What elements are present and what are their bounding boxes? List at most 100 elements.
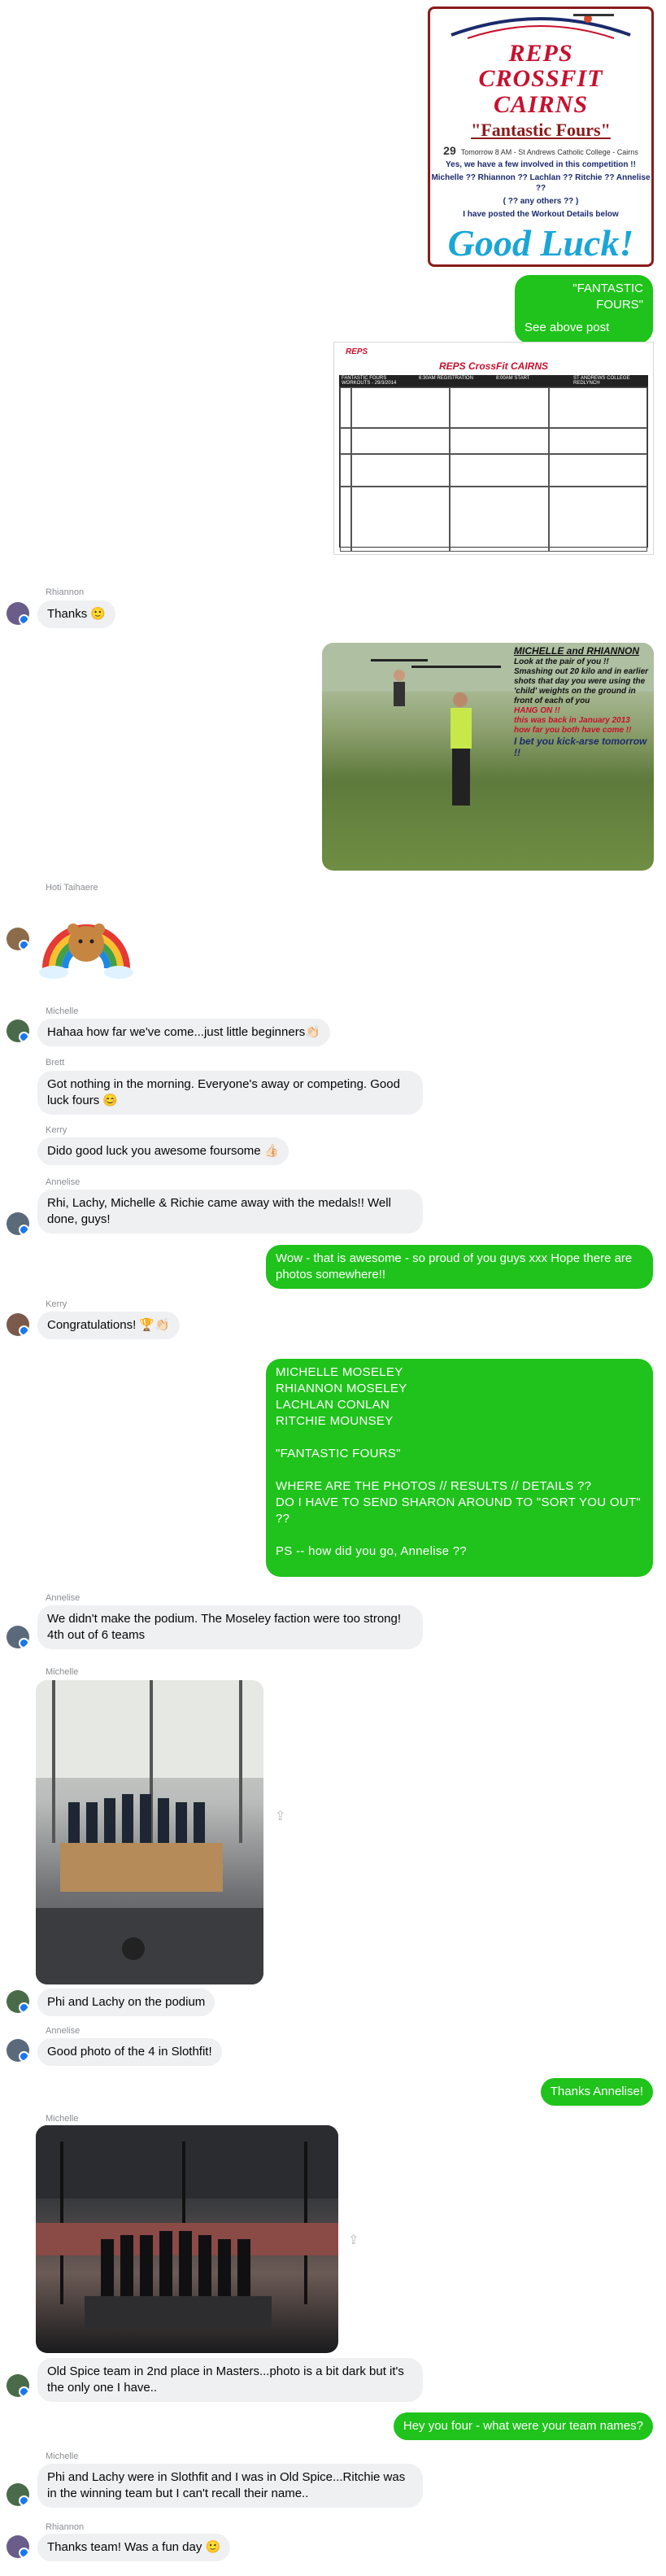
sender-name: Brett [46, 1058, 65, 1068]
sender-name: Michelle [46, 1006, 79, 1016]
avatar[interactable] [7, 1212, 29, 1235]
doc-cell [351, 487, 451, 552]
photo-caption-line: I bet you kick-arse tomorrow !! [514, 736, 647, 758]
doc-title: REPS CrossFit CAIRNS [438, 360, 549, 372]
message-line: PS -- how did you go, Annelise ?? [276, 1544, 468, 1558]
photo-caption-line: how far you both have come !! [514, 726, 632, 735]
workout-details-document-image[interactable]: REPS REPS CrossFit CAIRNS FANTASTIC FOUR… [333, 342, 654, 555]
incoming-message[interactable]: Good photo of the 4 in Slothfit! [37, 2038, 222, 2066]
avatar[interactable] [7, 2483, 29, 2506]
poster-event-title: "Fantastic Fours" [471, 120, 611, 140]
message-line: "FANTASTIC FOURS" [276, 1447, 401, 1460]
sender-name: Kerry [46, 1299, 67, 1309]
bear-sticker-icon [39, 923, 133, 979]
message-line: RHIANNON MOSELEY [276, 1382, 407, 1395]
weightlifter-logo-icon [451, 14, 631, 39]
doc-row-number [340, 487, 351, 552]
doc-cell [548, 487, 647, 552]
photo-caption-title: MICHELLE and RHIANNON [514, 645, 639, 657]
doc-cell [351, 387, 451, 428]
sender-name: Rhiannon [46, 2522, 85, 2532]
share-icon[interactable]: ⇪ [275, 1808, 289, 1823]
poster-line-1: Yes, we have a few involved in this comp… [446, 160, 636, 169]
message-line [525, 313, 643, 320]
incoming-message[interactable]: Old Spice team in 2nd place in Masters..… [37, 2358, 423, 2402]
incoming-message[interactable]: Phi and Lachy were in Slothfit and I was… [37, 2464, 423, 2508]
sender-name: Michelle [46, 2452, 79, 2461]
outgoing-message[interactable]: Wow - that is awesome - so proud of you … [266, 1245, 653, 1289]
poster-line-4: I have posted the Workout Details below [463, 210, 619, 219]
incoming-message[interactable]: We didn't make the podium. The Moseley f… [37, 1605, 423, 1649]
poster-line-3: ( ?? any others ?? ) [503, 197, 579, 206]
avatar[interactable] [7, 1019, 29, 1042]
poster-brand-crossfit-cairns: CROSSFIT CAIRNS [478, 65, 603, 118]
incoming-message[interactable]: Thanks 🙂 [37, 600, 116, 628]
sender-name: Annelise [46, 1177, 81, 1187]
messenger-badge-icon [19, 2495, 29, 2506]
incoming-message[interactable]: Hahaa how far we've come...just little b… [37, 1019, 330, 1046]
message-line [276, 1430, 643, 1446]
avatar[interactable] [7, 1626, 29, 1648]
message-line [276, 1462, 643, 1478]
sender-name: Michelle [46, 2114, 79, 2124]
messenger-badge-icon [19, 2002, 29, 2013]
doc-cell [450, 454, 549, 487]
doc-header-cell: ST ANDREWS COLLEGE REDLYNCH [573, 376, 630, 386]
doc-header-cell: 8:00AM START [496, 376, 530, 381]
poster-brand-reps: REPS [508, 40, 573, 67]
avatar[interactable] [7, 2535, 29, 2558]
doc-cell [548, 428, 647, 454]
messenger-badge-icon [19, 614, 29, 625]
messenger-badge-icon [19, 1638, 29, 1648]
podium-photo[interactable] [36, 1680, 263, 1984]
avatar[interactable] [7, 928, 29, 950]
messenger-badge-icon [19, 2386, 29, 2397]
avatar[interactable] [7, 2374, 29, 2397]
photo-caption-box: MICHELLE and RHIANNON Look at the pair o… [514, 646, 649, 789]
avatar[interactable] [7, 602, 29, 625]
doc-cell [351, 428, 451, 454]
doc-cell [450, 387, 549, 428]
doc-logo: REPS [346, 347, 368, 356]
outgoing-message[interactable]: "FANTASTIC FOURS" See above post [515, 275, 653, 343]
avatar[interactable] [7, 1313, 29, 1336]
messenger-badge-icon [19, 1225, 29, 1235]
incoming-message[interactable]: Congratulations! 🏆👏🏻 [37, 1312, 180, 1339]
outgoing-message[interactable]: Hey you four - what were your team names… [393, 2412, 653, 2440]
message-line: RITCHIE MOUNSEY [276, 1414, 394, 1428]
poster-date-day: 29 [443, 144, 456, 157]
bear-rainbow-sticker[interactable] [37, 895, 135, 980]
training-photo[interactable]: MICHELLE and RHIANNON Look at the pair o… [322, 643, 654, 871]
crossfit-poster-image[interactable]: REPS CROSSFIT CAIRNS "Fantastic Fours" 2… [428, 7, 654, 267]
outgoing-message[interactable]: MICHELLE MOSELEY RHIANNON MOSELEY LACHLA… [266, 1359, 653, 1577]
incoming-message[interactable]: Phi and Lachy on the podium [37, 1989, 215, 2016]
doc-cell [351, 454, 451, 487]
poster-line-2: Michelle ?? Rhiannon ?? Lachlan ?? Ritch… [431, 173, 651, 193]
messenger-badge-icon [19, 1325, 29, 1336]
doc-row-number [340, 387, 351, 428]
avatar[interactable] [7, 2039, 29, 2062]
messenger-badge-icon [19, 2548, 29, 2558]
doc-row-number [340, 428, 351, 454]
poster-date: 29 Tomorrow 8 AM - St Andrews Catholic Co… [430, 144, 651, 157]
photo-caption-line: HANG ON !! [514, 706, 560, 715]
message-line: DO I HAVE TO SEND SHARON AROUND TO "SORT… [276, 1495, 642, 1526]
incoming-message[interactable]: Rhi, Lachy, Michelle & Richie came away … [37, 1190, 423, 1233]
masters-team-photo[interactable] [36, 2125, 338, 2353]
incoming-message[interactable]: Got nothing in the morning. Everyone's a… [37, 1071, 423, 1115]
messenger-badge-icon [19, 1032, 29, 1042]
avatar[interactable] [7, 1990, 29, 2013]
outgoing-message[interactable]: Thanks Annelise! [540, 2078, 653, 2106]
incoming-message[interactable]: Thanks team! Was a fun day 🙂 [37, 2534, 231, 2561]
doc-cell [450, 487, 549, 552]
message-line: "FANTASTIC FOURS" [572, 282, 643, 312]
doc-cell [548, 387, 647, 428]
message-line: LACHLAN CONLAN [276, 1398, 390, 1412]
messenger-badge-icon [19, 2051, 29, 2062]
doc-header-cell: FANTASTIC FOURS WORKOUTS - 29/3/2014 [342, 376, 397, 386]
incoming-message[interactable]: Dido good luck you awesome foursome 👍🏻 [37, 1137, 289, 1165]
message-line: MICHELLE MOSELEY [276, 1365, 403, 1379]
doc-cell [450, 428, 549, 454]
share-icon[interactable]: ⇪ [348, 2232, 363, 2247]
photo-caption-line: Smashing out 20 kilo and in earlier shot… [514, 667, 649, 705]
